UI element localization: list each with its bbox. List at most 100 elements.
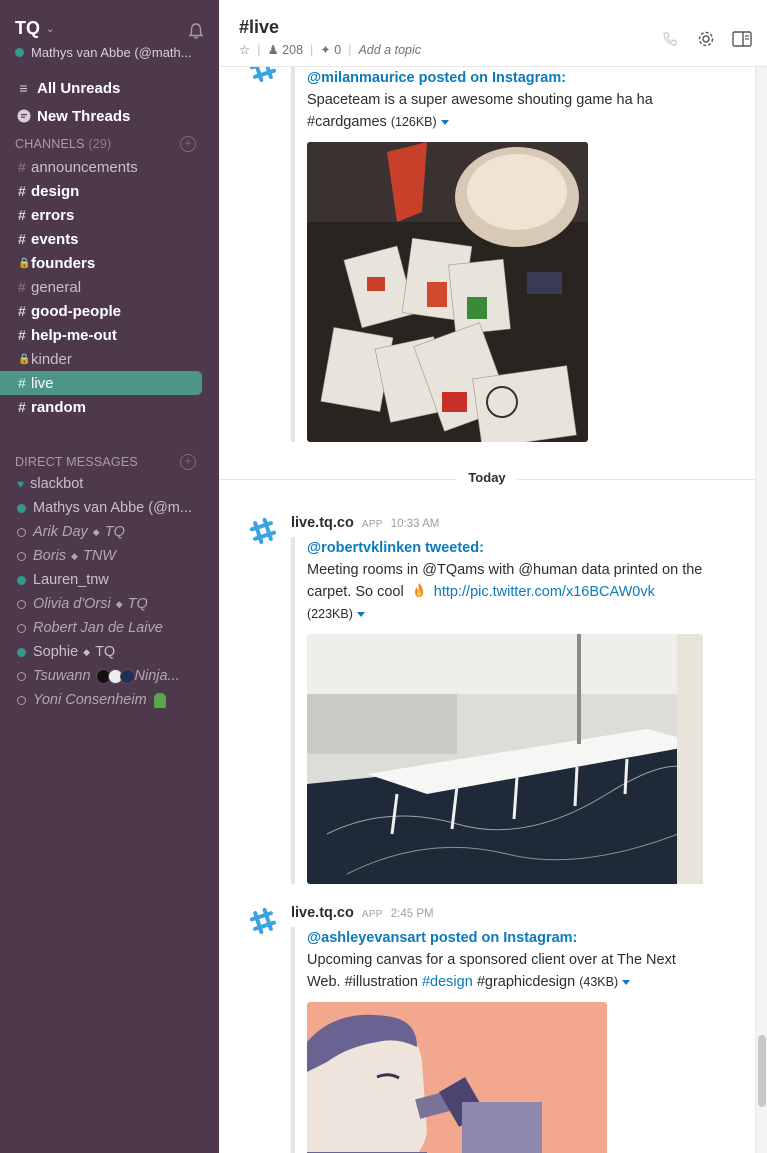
channel-header: #live ☆ | ♟ 208 | ✦ 0 | Add a topic xyxy=(219,0,767,67)
team-name[interactable]: TQ ⌄ xyxy=(15,18,205,39)
direct-messages-header[interactable]: DIRECT MESSAGES + xyxy=(15,454,196,470)
sidebar-item-design[interactable]: # design xyxy=(0,179,219,203)
caret-down-icon[interactable] xyxy=(440,119,449,125)
gear-icon[interactable] xyxy=(695,28,717,50)
channel-label: announcements xyxy=(31,158,138,176)
channel-label: founders xyxy=(31,254,96,272)
channel-list: # announcements # design # errors # events 🔒… xyxy=(0,155,219,419)
sidebar-item-announcements[interactable]: # announcements xyxy=(0,155,219,179)
phone-icon[interactable] xyxy=(659,28,681,50)
instagram-illustration[interactable] xyxy=(307,1002,607,1153)
message-header: live.tq.co APP 10:33 AM xyxy=(291,515,439,531)
sidebar-item-founders[interactable]: 🔒 founders xyxy=(0,251,219,275)
sidebar-item-events[interactable]: # events xyxy=(0,227,219,251)
add-channel-icon[interactable]: + xyxy=(180,136,196,152)
sidebar-item-errors[interactable]: # errors xyxy=(0,203,219,227)
list-icon: ≡ xyxy=(19,80,28,96)
file-size: (43KB) xyxy=(579,975,619,989)
hash-icon: # xyxy=(18,375,26,391)
current-user[interactable]: Mathys van Abbe (@math... xyxy=(15,45,205,60)
page-title[interactable]: #live xyxy=(239,17,279,38)
dm-item-yoni[interactable]: Yoni Consenheim xyxy=(0,688,219,712)
hash-icon: # xyxy=(18,279,26,295)
caret-down-icon[interactable] xyxy=(622,979,631,985)
cactus-emoji-icon xyxy=(153,692,166,708)
hash-icon: # xyxy=(18,399,26,415)
sender-name[interactable]: live.tq.co xyxy=(291,515,354,531)
sidebar-item-help-me-out[interactable]: # help-me-out xyxy=(0,323,219,347)
dm-label: Boris xyxy=(33,548,67,564)
pin-count: 0 xyxy=(334,43,342,57)
dm-org: TQ xyxy=(95,644,116,660)
sidebar-item-live[interactable]: # live xyxy=(0,371,202,395)
star-icon[interactable]: ☆ xyxy=(239,42,250,57)
sidebar-item-good-people[interactable]: # good-people xyxy=(0,299,219,323)
presence-away-icon xyxy=(17,695,26,705)
hash-icon: # xyxy=(18,327,26,343)
dm-item-tsuwann[interactable]: Tsuwann Ninja... xyxy=(0,664,219,688)
bot-avatar[interactable] xyxy=(245,513,281,549)
dm-item-slackbot[interactable]: ♥ slackbot xyxy=(0,472,219,496)
member-count-button[interactable]: ♟ 208 xyxy=(267,42,303,57)
dm-item-robert[interactable]: Robert Jan de Laive xyxy=(0,616,219,640)
instagram-image[interactable] xyxy=(307,142,588,442)
dm-label: Mathys van Abbe (@m... xyxy=(33,500,192,516)
attachment-author-link[interactable]: @ashleyevansart posted on Instagram: xyxy=(307,927,711,949)
bell-icon[interactable] xyxy=(187,22,205,40)
day-divider: Today xyxy=(219,468,755,490)
sender-name[interactable]: live.tq.co xyxy=(291,905,354,921)
message-scrollbar[interactable] xyxy=(755,67,767,1153)
header-actions xyxy=(659,28,753,50)
pin-count-button[interactable]: ✦ 0 xyxy=(320,42,341,57)
dm-list: ♥ slackbot Mathys van Abbe (@m... Arik Da… xyxy=(0,472,219,712)
diamond-icon: ◆ xyxy=(92,526,100,537)
heart-icon: ♥ xyxy=(17,477,25,491)
tweet-link[interactable]: http://pic.twitter.com/x16BCAW0vk xyxy=(434,584,655,600)
attachment-text: Upcoming canvas for a sponsored client o… xyxy=(307,949,711,993)
scrollbar-thumb[interactable] xyxy=(758,1035,766,1107)
bot-avatar[interactable] xyxy=(245,903,281,939)
sidebar-item-kinder[interactable]: 🔒 kinder xyxy=(0,347,219,371)
all-unreads-link[interactable]: ≡ All Unreads xyxy=(15,74,205,102)
divider: | xyxy=(257,42,261,57)
timestamp[interactable]: 10:33 AM xyxy=(391,518,440,530)
team-menu[interactable]: TQ ⌄ Mathys van Abbe (@math... xyxy=(15,18,205,60)
dm-item-mathys[interactable]: Mathys van Abbe (@m... xyxy=(0,496,219,520)
dm-item-boris[interactable]: Boris ◆ TNW xyxy=(0,544,219,568)
diamond-icon: ◆ xyxy=(71,550,78,561)
sidebar-item-general[interactable]: # general xyxy=(0,275,219,299)
all-unreads-label: All Unreads xyxy=(37,79,121,97)
caret-down-icon[interactable] xyxy=(356,611,365,617)
dm-item-sophie[interactable]: Sophie ◆ TQ xyxy=(0,640,219,664)
pin-icon: ✦ xyxy=(320,43,331,57)
new-threads-link[interactable]: New Threads xyxy=(15,102,205,130)
add-dm-icon[interactable]: + xyxy=(180,454,196,470)
channels-heading-label: CHANNELS xyxy=(15,137,85,151)
channels-header[interactable]: CHANNELS (29) + xyxy=(15,136,196,152)
dm-item-arik[interactable]: Arik Day ◆ TQ xyxy=(0,520,219,544)
dm-label: Lauren_tnw xyxy=(33,572,109,588)
message-pane[interactable]: @milanmaurice posted on Instagram: Space… xyxy=(219,67,755,1153)
hash-icon: # xyxy=(18,207,26,223)
dm-suffix: Ninja... xyxy=(134,668,180,684)
channels-heading: CHANNELS (29) xyxy=(15,137,111,151)
message-text: Spaceteam is a super awesome shouting ga… xyxy=(307,92,653,130)
hashtag-link[interactable]: #design xyxy=(422,974,473,990)
attachment-author-link[interactable]: @robertvklinken tweeted: xyxy=(307,537,721,559)
dm-item-olivia[interactable]: Olivia d'Orsi ◆ TQ xyxy=(0,592,219,616)
dm-org: TNW xyxy=(82,548,116,564)
dm-item-lauren[interactable]: Lauren_tnw xyxy=(0,568,219,592)
timestamp[interactable]: 2:45 PM xyxy=(391,908,434,920)
bot-avatar xyxy=(249,67,277,83)
divider: | xyxy=(310,42,314,57)
app-badge: APP xyxy=(361,519,383,530)
presence-away-icon xyxy=(17,623,26,633)
add-topic-link[interactable]: Add a topic xyxy=(358,43,421,57)
attachment-author-link[interactable]: @milanmaurice posted on Instagram: xyxy=(307,67,701,89)
channel-label: errors xyxy=(31,206,75,224)
direct-messages-heading: DIRECT MESSAGES xyxy=(15,455,138,469)
presence-online-icon xyxy=(17,503,26,513)
sidebar-item-random[interactable]: # random xyxy=(0,395,219,419)
sidebar-toggle-icon[interactable] xyxy=(731,28,753,50)
tweet-image[interactable] xyxy=(307,634,703,884)
